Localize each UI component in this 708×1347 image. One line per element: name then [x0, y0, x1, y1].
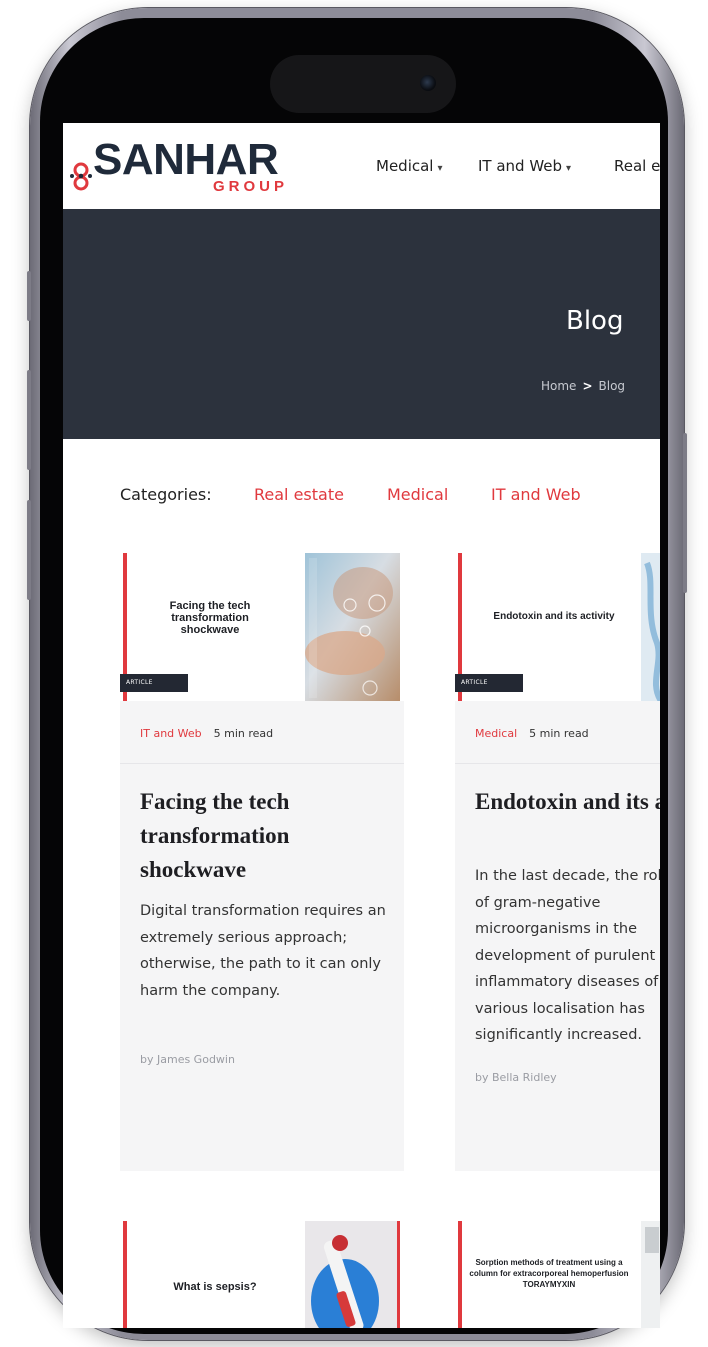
brand-logo[interactable]: SANHAR — [93, 136, 279, 184]
web-page: SANHAR GROUP Medical ▾ IT and Web ▾ Real e… — [63, 123, 660, 1328]
post-thumbnail[interactable]: Sorption methods of treatment using a co… — [455, 1221, 660, 1328]
post-meta: Medical 5 min read — [475, 727, 589, 740]
post-card[interactable]: Sorption methods of treatment using a co… — [455, 1221, 660, 1328]
post-category-link[interactable]: Medical — [475, 727, 517, 740]
categories-label: Categories: — [120, 485, 212, 504]
read-time: 5 min read — [529, 727, 589, 740]
post-thumbnail[interactable]: What is sepsis? — [120, 1221, 404, 1328]
thumbnail-photo-test-tube — [305, 1221, 400, 1328]
nav-item-medical[interactable]: Medical ▾ — [376, 157, 443, 175]
power-button — [683, 433, 687, 593]
nav-item-real-estate[interactable]: Real e — [614, 157, 660, 175]
volume-up-button — [27, 370, 31, 470]
card-divider — [455, 763, 660, 764]
nav-item-it-and-web[interactable]: IT and Web ▾ — [478, 157, 571, 175]
post-thumbnail[interactable]: Endotoxin and its activity ARTICLE — [455, 553, 660, 701]
post-excerpt: In the last decade, the role of gram-neg… — [475, 868, 660, 1043]
article-tag: ARTICLE — [455, 674, 523, 692]
thumbnail-title: Facing the tech transformation shockwave — [169, 600, 251, 636]
post-meta: IT and Web 5 min read — [140, 727, 273, 740]
article-tag: ARTICLE — [120, 674, 188, 692]
page-title: Blog — [566, 306, 624, 336]
post-card[interactable]: What is sepsis? — [120, 1221, 404, 1328]
breadcrumb-separator: > — [582, 379, 593, 393]
action-button — [27, 271, 31, 321]
thumbnail-accent-bar-right — [397, 1221, 400, 1328]
thumbnail-photo-lab — [641, 553, 660, 701]
thumbnail-accent-bar — [458, 1221, 462, 1328]
dynamic-island — [270, 55, 456, 113]
breadcrumb-current: Blog — [598, 379, 626, 393]
card-divider — [120, 763, 404, 764]
thumbnail-photo-device — [641, 1221, 660, 1328]
post-thumbnail[interactable]: Facing the tech transformation shockwave… — [120, 553, 404, 701]
read-time: 5 min read — [213, 727, 274, 740]
site-header: SANHAR GROUP Medical ▾ IT and Web ▾ Real e — [63, 123, 660, 209]
brand-logo-sub: GROUP — [213, 178, 289, 195]
post-author: by James Godwin — [140, 1053, 235, 1066]
page-hero: Blog Home > Blog — [63, 209, 660, 439]
nav-item-label: Medical — [376, 157, 434, 175]
post-title[interactable]: Facing the tech transformation shockwave — [140, 785, 395, 887]
breadcrumb-home-link[interactable]: Home — [541, 379, 576, 393]
caret-down-icon: ▾ — [437, 163, 443, 174]
breadcrumb: Home > Blog — [541, 379, 625, 393]
nav-item-label: IT and Web — [478, 157, 563, 175]
post-title[interactable]: Endotoxin and its activity — [475, 785, 660, 819]
post-card[interactable]: Facing the tech transformation shockwave… — [120, 553, 404, 1171]
thumbnail-title: What is sepsis? — [173, 1281, 257, 1293]
thumbnail-photo-hands-tablet — [305, 553, 400, 701]
post-card[interactable]: Endotoxin and its activity ARTICLE Medic… — [455, 553, 660, 1171]
thumbnail-title: Endotoxin and its activity — [493, 611, 615, 622]
thumbnail-title: Sorption methods of treatment using a co… — [469, 1258, 629, 1289]
post-excerpt: Digital transformation requires an extre… — [140, 903, 386, 999]
nav-item-label: Real e — [614, 157, 660, 175]
caret-down-icon: ▾ — [566, 163, 572, 174]
post-category-link[interactable]: IT and Web — [140, 727, 202, 740]
thumbnail-accent-bar — [123, 1221, 127, 1328]
category-link-real-estate[interactable]: Real estate — [254, 485, 344, 504]
category-link-it-and-web[interactable]: IT and Web — [491, 485, 581, 504]
logo-mark-icon — [70, 162, 92, 191]
camera-icon — [420, 75, 436, 91]
volume-down-button — [27, 500, 31, 600]
post-author: by Bella Ridley — [475, 1071, 557, 1084]
category-link-medical[interactable]: Medical — [387, 485, 448, 504]
